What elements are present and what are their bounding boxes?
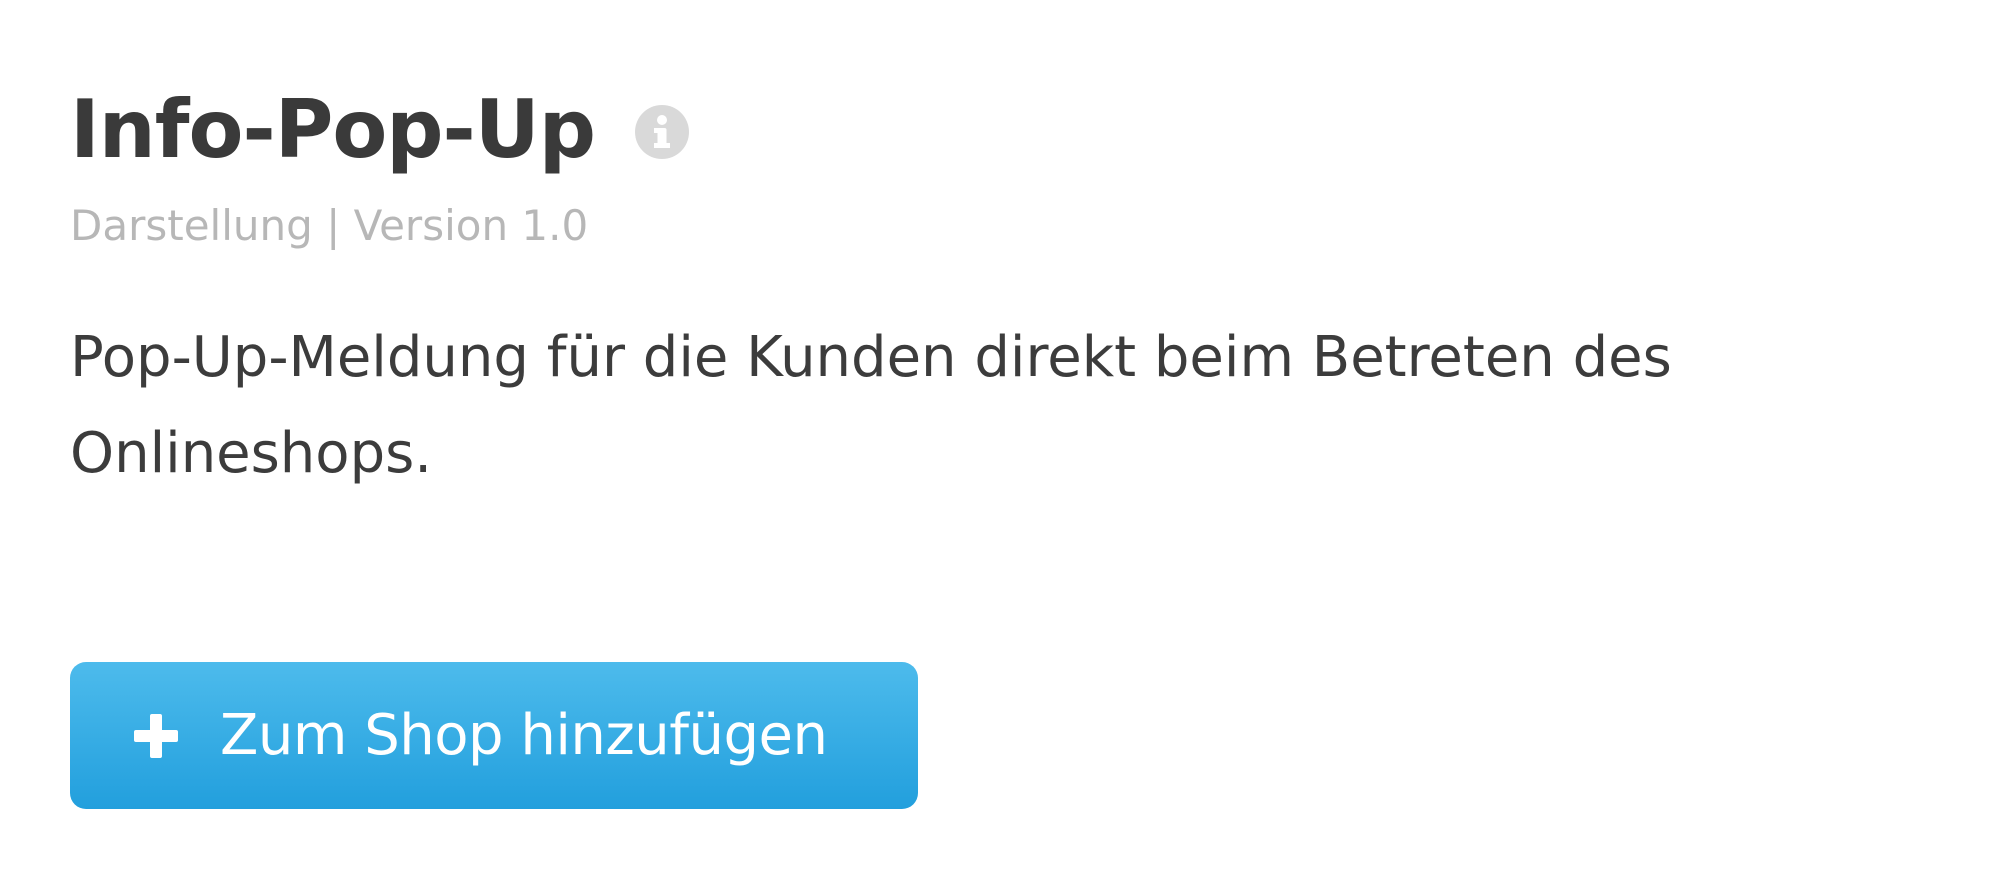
title-row: Info-Pop-Up <box>70 90 689 170</box>
plugin-title: Info-Pop-Up <box>70 83 596 176</box>
info-icon-glyph <box>653 115 670 148</box>
info-icon[interactable] <box>634 105 689 159</box>
plugin-card: Info-Pop-Up Darstellung | Version 1.0 Po… <box>0 0 2000 879</box>
plus-icon <box>132 712 180 760</box>
plugin-description: Pop-Up-Meldung für die Kunden direkt bei… <box>70 325 1672 486</box>
add-to-shop-button[interactable]: Zum Shop hinzufügen <box>70 662 918 809</box>
add-to-shop-label: Zum Shop hinzufügen <box>220 703 828 768</box>
plugin-meta: Darstellung | Version 1.0 <box>70 201 589 250</box>
